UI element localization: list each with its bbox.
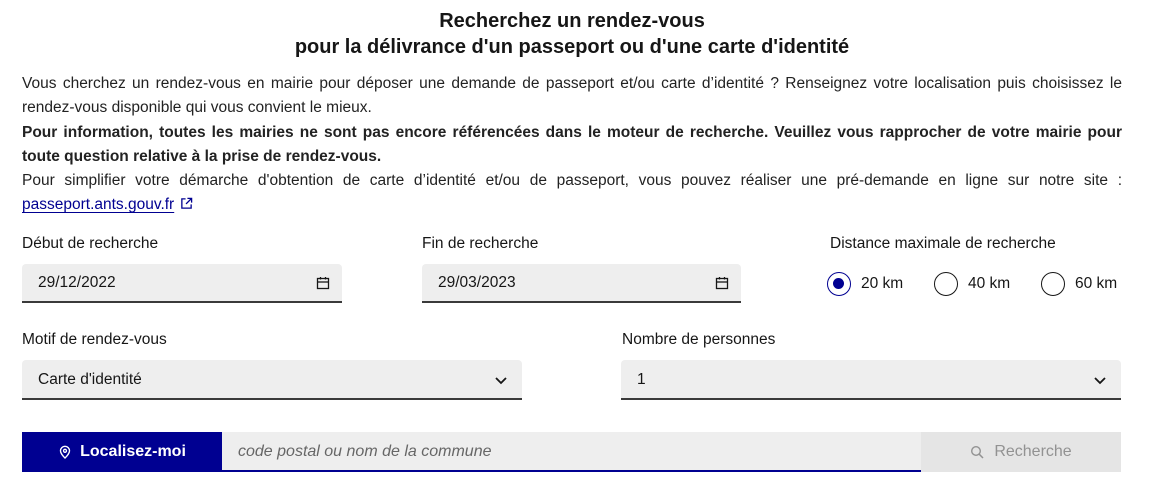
- locate-me-label: Localisez-moi: [80, 443, 186, 460]
- distance-radio-60[interactable]: 60 km: [1041, 272, 1117, 296]
- intro-paragraph-1: Vous cherchez un rendez-vous en mairie p…: [22, 75, 1122, 117]
- radio-checked-indicator[interactable]: [827, 272, 851, 296]
- persons-value: 1: [637, 371, 646, 388]
- radio-indicator[interactable]: [934, 272, 958, 296]
- page-title-line1: Recherchez un rendez-vous: [439, 10, 705, 32]
- intro-text: Vous cherchez un rendez-vous en mairie p…: [22, 72, 1122, 218]
- chevron-down-icon: [495, 377, 507, 385]
- radio-indicator[interactable]: [1041, 272, 1065, 296]
- search-button[interactable]: Recherche: [921, 432, 1121, 472]
- external-link-icon: [181, 198, 193, 210]
- distance-option-label: 20 km: [861, 275, 904, 292]
- end-date-value: 29/03/2023: [438, 274, 516, 291]
- start-date-value: 29/12/2022: [38, 274, 116, 291]
- passport-site-link-label: passeport.ants.gouv.fr: [22, 196, 175, 214]
- distance-label: Distance maximale de recherche: [830, 235, 1056, 252]
- search-icon: [971, 445, 984, 459]
- calendar-icon[interactable]: [316, 276, 330, 290]
- start-date-label: Début de recherche: [22, 235, 159, 252]
- commune-search-input[interactable]: code postal ou nom de la commune: [222, 432, 921, 472]
- distance-radio-40[interactable]: 40 km: [934, 272, 1010, 296]
- start-date-input[interactable]: 29/12/2022: [22, 264, 342, 303]
- intro-paragraph-3: Pour simplifier votre démarche d'obtenti…: [22, 169, 1122, 218]
- intro-notice: Pour information, toutes les mairies ne …: [22, 123, 1122, 165]
- search-placeholder: code postal ou nom de la commune: [238, 443, 492, 460]
- page-title: Recherchez un rendez-vous pour la délivr…: [0, 8, 1144, 60]
- locate-me-button[interactable]: Localisez-moi: [22, 432, 222, 472]
- end-date-label: Fin de recherche: [422, 235, 539, 252]
- persons-select[interactable]: 1: [621, 360, 1121, 400]
- calendar-icon[interactable]: [715, 276, 729, 290]
- persons-label: Nombre de personnes: [622, 331, 776, 348]
- distance-option-label: 40 km: [968, 275, 1011, 292]
- distance-option-label: 60 km: [1075, 275, 1118, 292]
- intro-paragraph-3-text: Pour simplifier votre démarche d'obtenti…: [22, 172, 1122, 190]
- motif-select[interactable]: Carte d'identité: [22, 360, 522, 400]
- chevron-down-icon: [1094, 377, 1106, 385]
- motif-label: Motif de rendez-vous: [22, 331, 167, 348]
- search-button-label: Recherche: [994, 443, 1072, 460]
- page-title-line2: pour la délivrance d'un passeport ou d'u…: [294, 36, 850, 58]
- passport-site-link[interactable]: passeport.ants.gouv.fr: [22, 196, 174, 213]
- end-date-input[interactable]: 29/03/2023: [422, 264, 741, 303]
- motif-value: Carte d'identité: [38, 371, 142, 388]
- distance-radio-20[interactable]: 20 km: [827, 272, 903, 296]
- map-pin-icon: [59, 445, 71, 459]
